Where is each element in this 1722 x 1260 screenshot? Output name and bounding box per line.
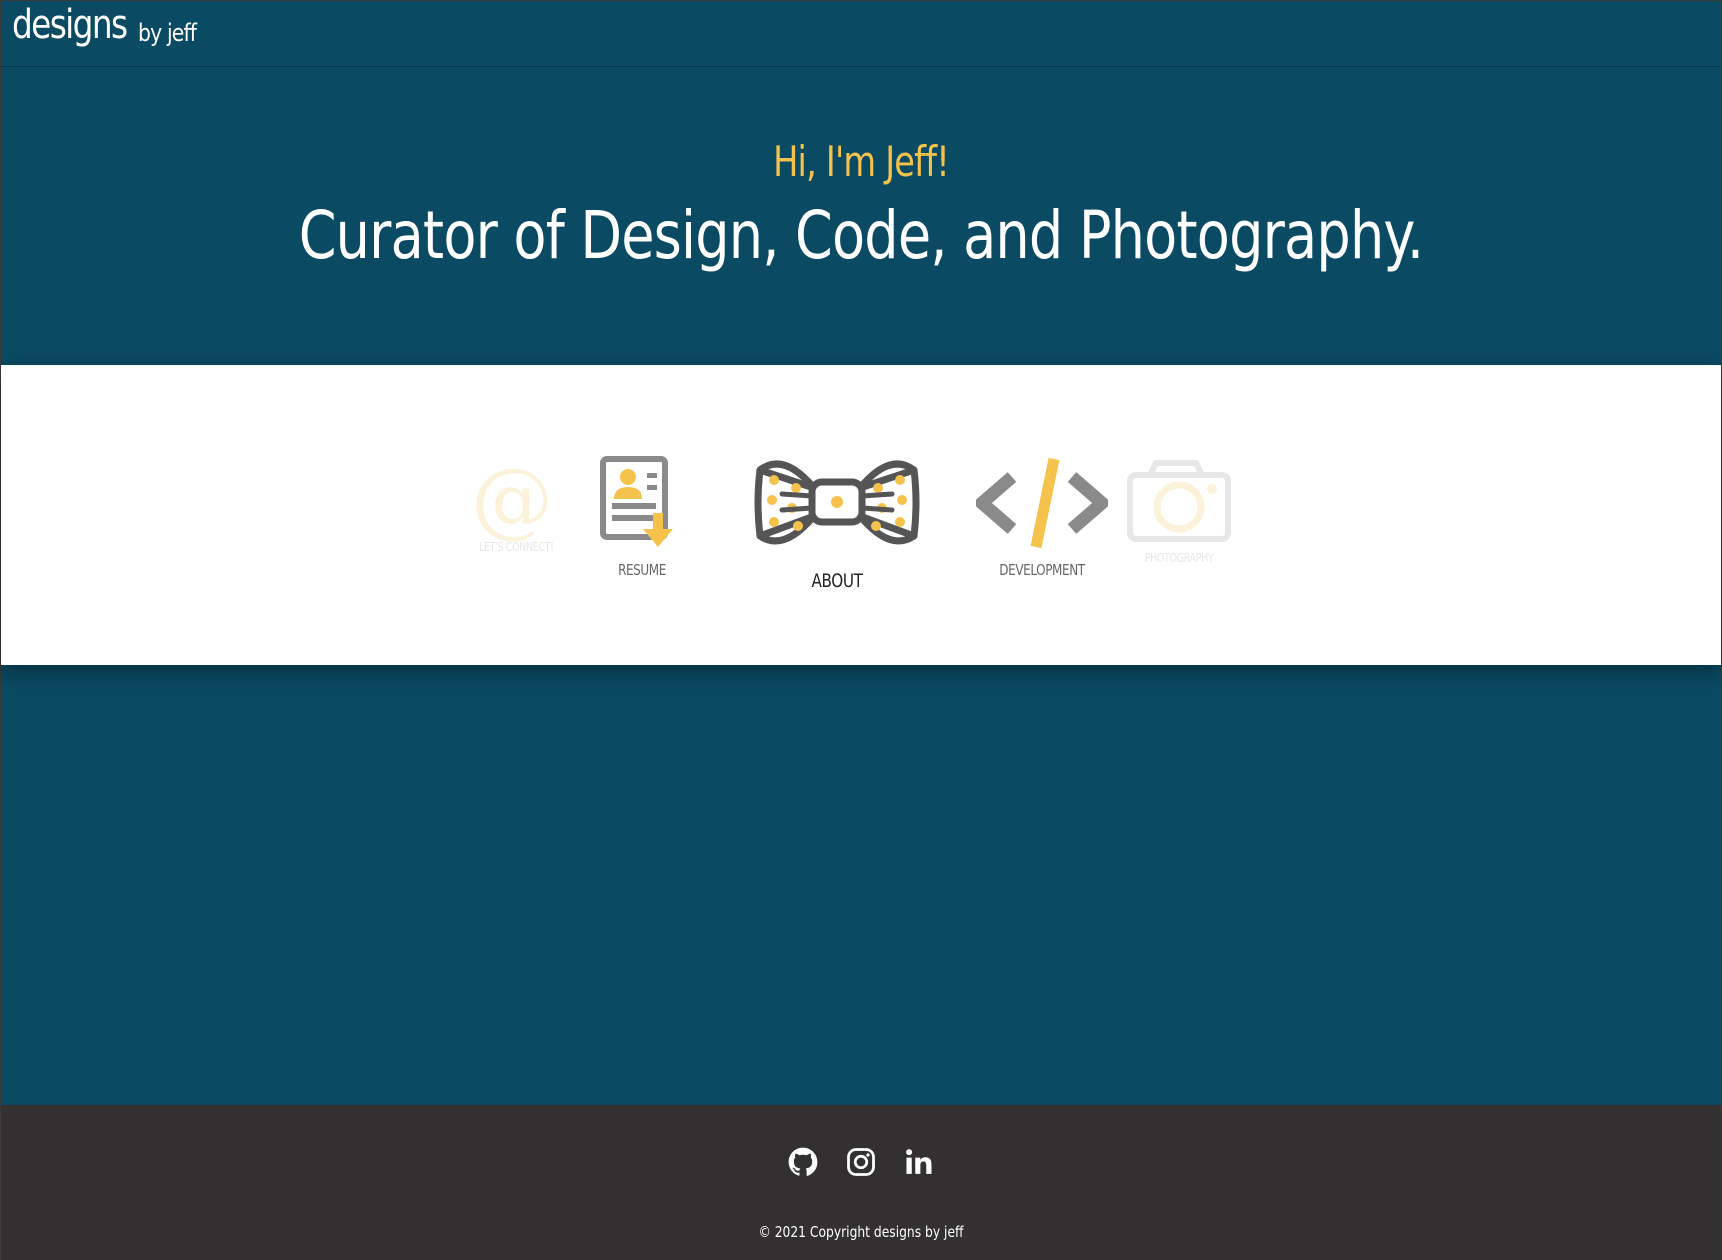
code-brackets-icon xyxy=(976,457,1108,549)
bowtie-icon xyxy=(754,460,920,545)
github-link[interactable] xyxy=(788,1147,818,1177)
social-links xyxy=(1,1147,1721,1177)
hero-tagline: Curator of Design, Code, and Photography… xyxy=(298,197,1424,274)
nav-item-development[interactable]: DEVELOPMENT xyxy=(975,455,1109,579)
site-footer: © 2021 Copyright designs by jeff xyxy=(1,1105,1721,1260)
hero-greeting: Hi, I'm Jeff! xyxy=(773,137,950,186)
logo-main-text: designs xyxy=(12,2,128,48)
section-carousel: @ LET'S CONNECT! RESUME ABOUT DEVELOPMEN… xyxy=(1,365,1721,665)
camera-icon xyxy=(1127,460,1231,542)
nav-item-about[interactable]: ABOUT xyxy=(751,450,923,592)
nav-label-resume: RESUME xyxy=(618,561,666,579)
nav-item-photography[interactable]: PHOTOGRAPHY xyxy=(1125,459,1233,565)
nav-item-resume[interactable]: RESUME xyxy=(597,455,687,579)
top-navbar: designs by jeff xyxy=(1,1,1721,67)
hero-section: Hi, I'm Jeff! Curator of Design, Code, a… xyxy=(1,67,1721,365)
linkedin-icon xyxy=(906,1149,932,1174)
instagram-icon xyxy=(847,1148,875,1176)
nav-item-connect[interactable]: @ LET'S CONNECT! xyxy=(471,452,554,555)
copyright-text: © 2021 Copyright designs by jeff xyxy=(758,1223,964,1241)
nav-label-development: DEVELOPMENT xyxy=(999,561,1085,579)
site-logo[interactable]: designs by jeff xyxy=(12,5,206,45)
linkedin-link[interactable] xyxy=(904,1147,934,1177)
resume-download-icon xyxy=(600,456,673,547)
nav-label-photography: PHOTOGRAPHY xyxy=(1144,551,1214,565)
nav-label-about: ABOUT xyxy=(811,570,863,592)
page: designs by jeff Hi, I'm Jeff! Curator of … xyxy=(0,0,1722,1260)
at-icon: @ xyxy=(471,452,553,547)
nav-label-connect: LET'S CONNECT! xyxy=(479,540,554,554)
instagram-link[interactable] xyxy=(846,1147,876,1177)
github-icon xyxy=(788,1147,818,1176)
logo-sub-text: by jeff xyxy=(137,19,197,47)
